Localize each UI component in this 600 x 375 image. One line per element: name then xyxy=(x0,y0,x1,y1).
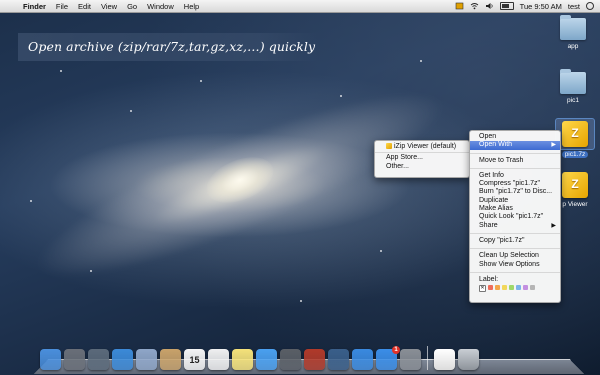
label-none-icon[interactable]: ✕ xyxy=(479,285,486,293)
menu-window[interactable]: Window xyxy=(142,2,179,11)
itunes-icon[interactable] xyxy=(352,349,373,370)
desktop-icon-pic1[interactable]: pic1 xyxy=(553,69,593,104)
photo-booth-icon[interactable] xyxy=(304,349,325,370)
document-stack-icon[interactable] xyxy=(434,349,455,370)
label-color-swatch[interactable] xyxy=(495,285,500,291)
desktop-icon-app[interactable]: app xyxy=(553,15,593,50)
mail-icon[interactable] xyxy=(136,349,157,370)
icon-label: app xyxy=(567,43,579,50)
menu-item-quick-look[interactable]: Quick Look "pic1.7z" xyxy=(470,213,560,221)
label-color-swatch[interactable] xyxy=(530,285,535,291)
label-color-swatch[interactable] xyxy=(516,285,521,291)
menu-separator xyxy=(470,271,560,273)
menu-item-get-info[interactable]: Get Info xyxy=(470,172,560,180)
menu-separator xyxy=(470,248,560,250)
menu-item-make-alias[interactable]: Make Alias xyxy=(470,205,560,213)
label-color-swatch[interactable] xyxy=(502,285,507,291)
menu-go[interactable]: Go xyxy=(122,2,142,11)
archive-icon xyxy=(562,121,588,147)
spotlight-icon[interactable] xyxy=(586,2,594,10)
izip-app-icon xyxy=(562,172,588,198)
battery-icon[interactable] xyxy=(499,2,514,10)
user-name[interactable]: test xyxy=(568,2,580,11)
menu-finder[interactable]: Finder xyxy=(18,2,51,11)
iphoto-icon[interactable] xyxy=(328,349,349,370)
label-colors: ✕ xyxy=(470,285,560,293)
archive-status-icon[interactable] xyxy=(455,2,464,10)
mission-control-icon[interactable] xyxy=(88,349,109,370)
star xyxy=(30,200,32,202)
menu-item-other[interactable]: Other... xyxy=(375,163,469,171)
menu-separator xyxy=(470,152,560,154)
izip-mini-icon xyxy=(386,143,392,149)
icon-label: pic1.7z xyxy=(561,151,589,158)
menu-separator xyxy=(375,152,469,154)
open-with-submenu: iZip Viewer (default) App Store... Other… xyxy=(374,140,470,178)
menu-separator xyxy=(470,167,560,169)
star xyxy=(340,95,342,97)
submenu-arrow-icon: ▶ xyxy=(551,142,556,149)
clock[interactable]: Tue 9:50 AM xyxy=(520,2,562,11)
menu-item-izip-viewer-default[interactable]: iZip Viewer (default) xyxy=(375,143,469,151)
label-heading: Label: xyxy=(479,275,499,283)
finder-icon[interactable] xyxy=(40,349,61,370)
context-menu: Open Open With ▶ Move to Trash Get Info C… xyxy=(469,130,561,303)
menu-bar: Finder File Edit View Go Window Help Tue… xyxy=(0,0,600,13)
menu-help[interactable]: Help xyxy=(179,2,204,11)
menu-item-show-view-options[interactable]: Show View Options xyxy=(470,261,560,269)
menu-file[interactable]: File xyxy=(51,2,73,11)
messages-icon[interactable] xyxy=(256,349,277,370)
menu-item-open[interactable]: Open xyxy=(470,133,560,141)
icon-label: p Viewer xyxy=(562,201,588,208)
menu-item-duplicate[interactable]: Duplicate xyxy=(470,197,560,205)
menu-item-move-to-trash[interactable]: Move to Trash xyxy=(470,157,560,165)
promo-banner: Open archive (zip/rar/7z,tar,gz,xz,…) qu… xyxy=(18,33,318,61)
label-color-swatch[interactable] xyxy=(488,285,493,291)
contacts-icon[interactable] xyxy=(160,349,181,370)
submenu-arrow-icon: ▶ xyxy=(551,222,556,229)
selection-highlight xyxy=(555,118,595,150)
icon-label: pic1 xyxy=(567,97,579,104)
star xyxy=(420,60,422,62)
safari-icon[interactable] xyxy=(112,349,133,370)
menu-item-share[interactable]: Share ▶ xyxy=(470,222,560,230)
star xyxy=(300,300,302,302)
desktop-icon-pic1-7z[interactable]: pic1.7z xyxy=(555,118,595,158)
label-color-swatch[interactable] xyxy=(509,285,514,291)
menu-separator xyxy=(470,232,560,234)
status-area: Tue 9:50 AM test xyxy=(455,0,594,12)
star xyxy=(130,110,132,112)
menu-item-app-store[interactable]: App Store... xyxy=(375,154,469,162)
trash-icon[interactable] xyxy=(458,349,479,370)
star xyxy=(60,70,62,72)
dock: 15 1 xyxy=(40,340,479,370)
star xyxy=(200,80,202,82)
star xyxy=(90,270,92,272)
volume-icon[interactable] xyxy=(485,2,494,10)
label-color-swatch[interactable] xyxy=(523,285,528,291)
wifi-icon[interactable] xyxy=(470,2,479,10)
app-store-icon[interactable]: 1 xyxy=(376,346,400,370)
menu-edit[interactable]: Edit xyxy=(73,2,96,11)
notes-icon[interactable] xyxy=(232,349,253,370)
menu-view[interactable]: View xyxy=(96,2,122,11)
reminders-icon[interactable] xyxy=(208,349,229,370)
menu-item-clean-up-selection[interactable]: Clean Up Selection xyxy=(470,252,560,260)
folder-icon xyxy=(560,15,586,40)
star xyxy=(380,250,382,252)
menu-item-compress[interactable]: Compress "pic1.7z" xyxy=(470,180,560,188)
menu-item-copy[interactable]: Copy "pic1.7z" xyxy=(470,237,560,245)
menu-item-burn[interactable]: Burn "pic1.7z" to Disc... xyxy=(470,188,560,196)
launchpad-icon[interactable] xyxy=(64,349,85,370)
facetime-icon[interactable] xyxy=(280,349,301,370)
dock-separator xyxy=(427,346,428,370)
calendar-icon[interactable]: 15 xyxy=(184,349,205,370)
app-store-badge: 1 xyxy=(392,346,400,354)
system-preferences-icon[interactable] xyxy=(400,349,421,370)
desktop-icon-izip-viewer[interactable]: p Viewer xyxy=(555,172,595,208)
folder-icon xyxy=(560,69,586,94)
menu-item-open-with[interactable]: Open With ▶ xyxy=(470,141,560,150)
